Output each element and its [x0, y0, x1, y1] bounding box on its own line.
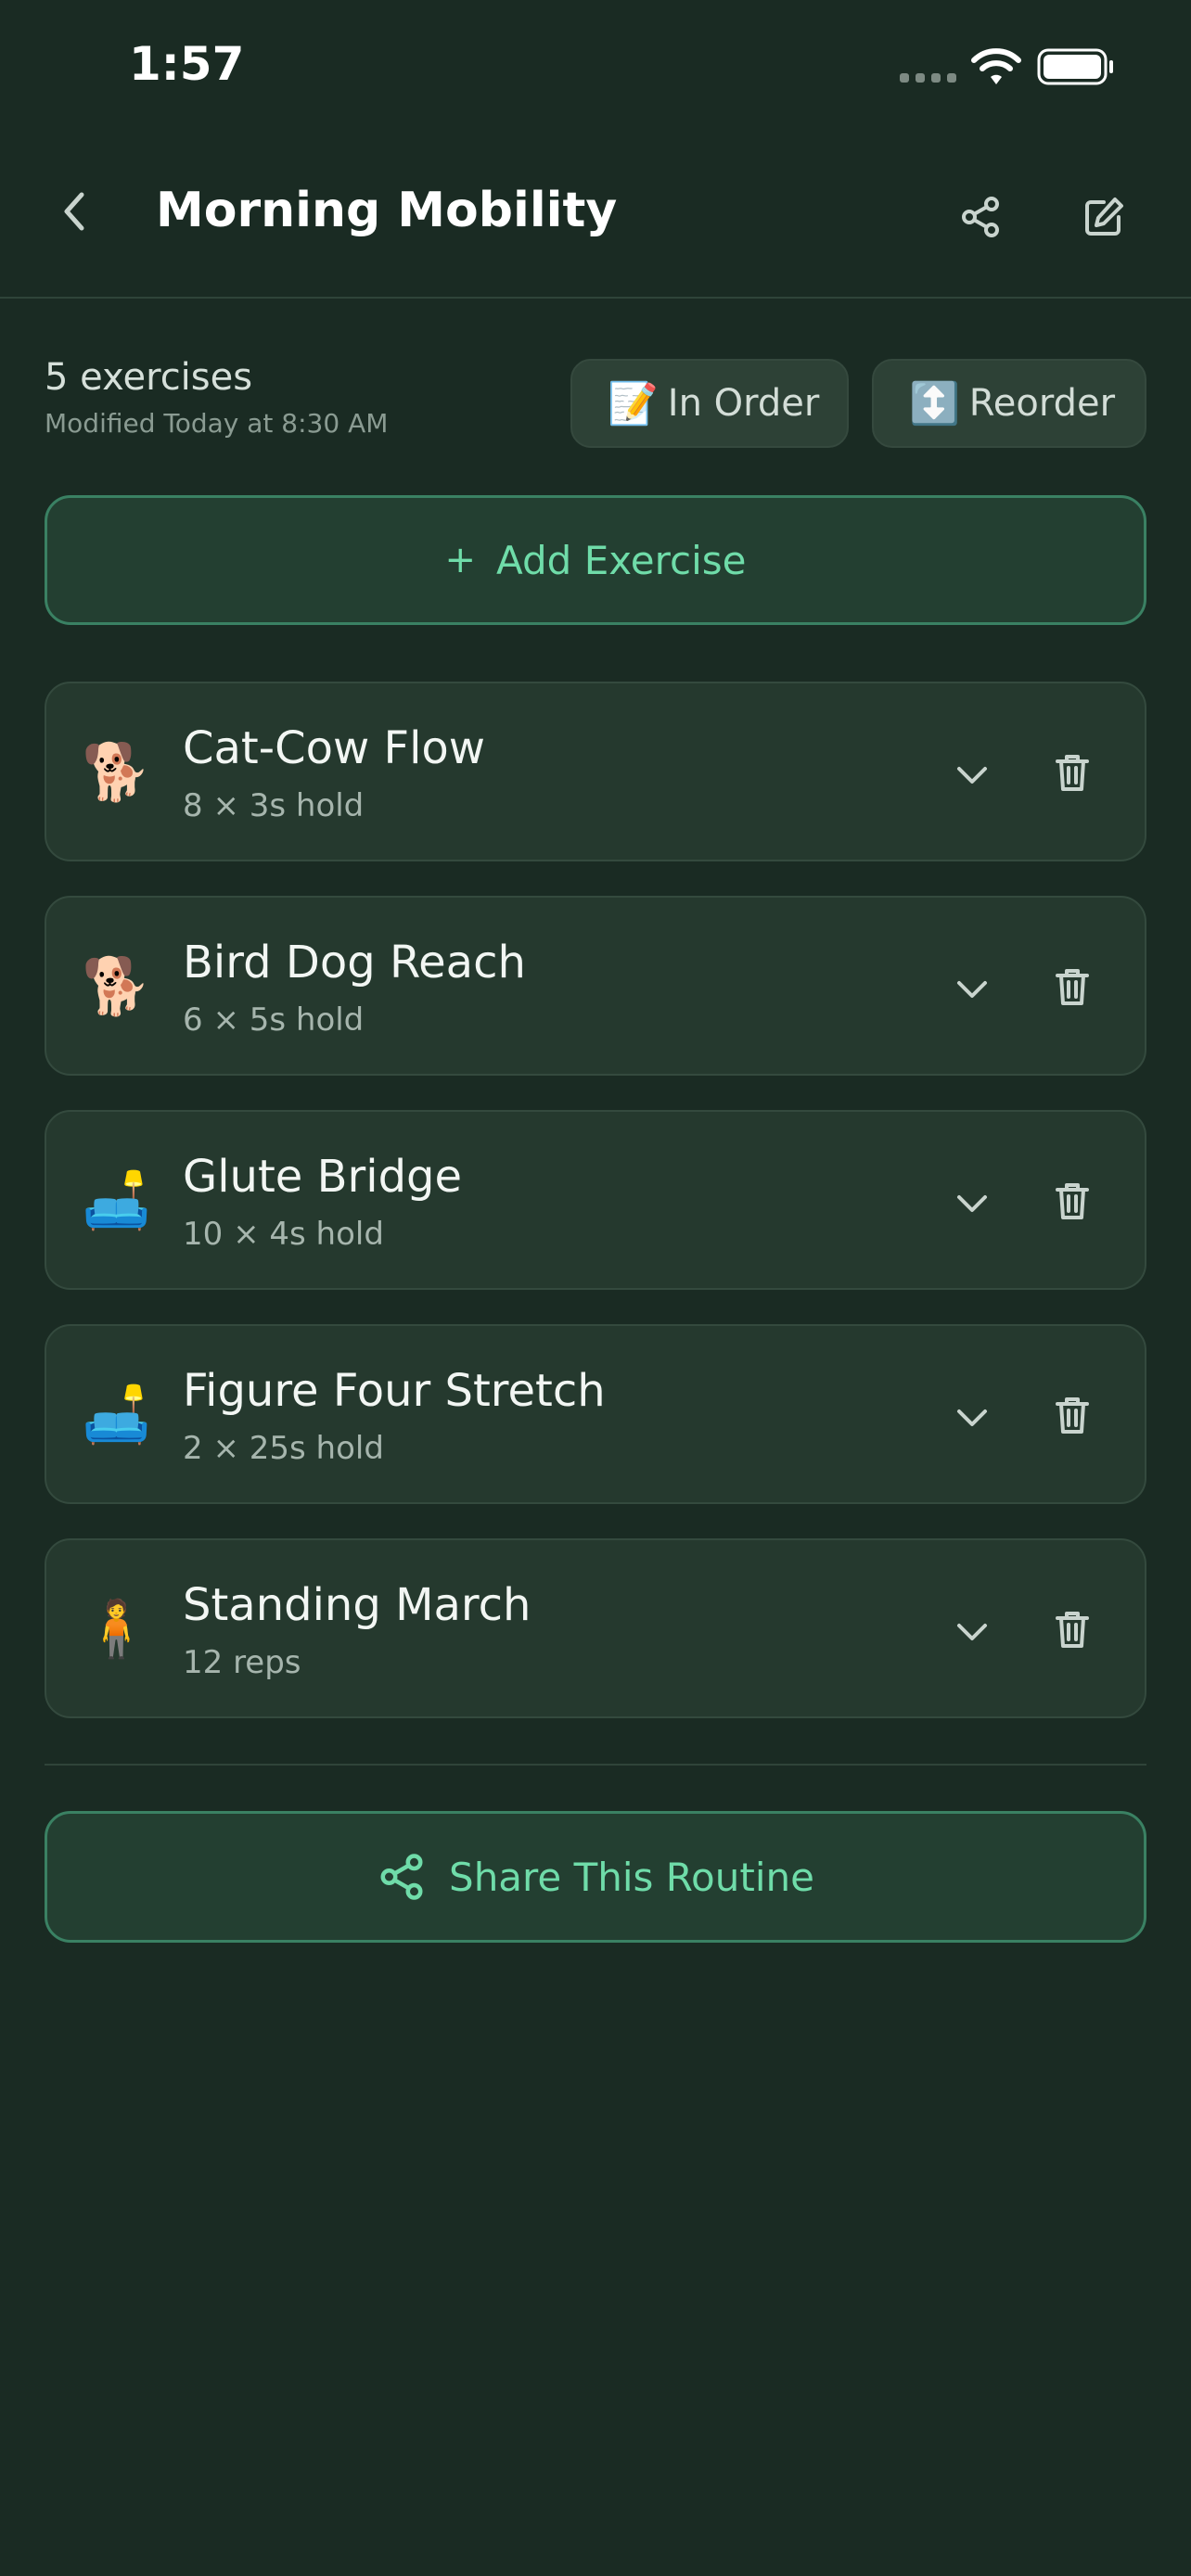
expand-button[interactable]: [942, 1601, 1002, 1661]
share-button[interactable]: [951, 187, 1010, 247]
dog-icon: 🐕: [82, 740, 151, 805]
routine-summary: 5 exercises Modified Today at 8:30 AM: [45, 356, 388, 439]
share-routine-button[interactable]: Share This Routine: [45, 1811, 1146, 1943]
status-time: 1:57: [129, 37, 245, 91]
status-bar: 1:57: [0, 0, 1191, 139]
trash-icon: [1056, 1612, 1089, 1648]
edit-button[interactable]: [1074, 187, 1133, 247]
modified-timestamp: Modified Today at 8:30 AM: [45, 408, 389, 439]
page-title: Morning Mobility: [156, 183, 618, 238]
exercise-detail: 8 × 3s hold: [183, 787, 365, 824]
cellular-signal-icon: [900, 73, 956, 83]
navigation-bar: Morning Mobility: [0, 139, 1191, 299]
up-down-arrow-icon: ↕️: [909, 380, 960, 427]
delete-button[interactable]: [1043, 1600, 1102, 1659]
reorder-label: Reorder: [968, 382, 1116, 425]
exercise-name: Bird Dog Reach: [183, 937, 526, 988]
chevron-down-icon: [957, 981, 987, 998]
couch-icon: 🛋️: [82, 1168, 151, 1233]
add-exercise-button[interactable]: + Add Exercise: [45, 495, 1146, 625]
exercise-detail: 10 × 4s hold: [183, 1216, 384, 1253]
exercise-detail: 12 reps: [183, 1644, 301, 1681]
exercise-detail: 2 × 25s hold: [183, 1430, 384, 1467]
expand-button[interactable]: [942, 1387, 1002, 1447]
exercise-name: Cat-Cow Flow: [183, 722, 486, 774]
expand-button[interactable]: [942, 1173, 1002, 1232]
chevron-down-icon: [957, 1624, 987, 1640]
couch-icon: 🛋️: [82, 1383, 151, 1447]
chevron-down-icon: [957, 1195, 987, 1212]
plus-icon: +: [444, 539, 477, 581]
delete-button[interactable]: [1043, 743, 1102, 802]
exercise-card[interactable]: 🛋️ Glute Bridge 10 × 4s hold: [45, 1110, 1146, 1290]
exercise-count: 5 exercises: [45, 356, 253, 399]
share-icon: [962, 197, 999, 237]
trash-icon: [1056, 1183, 1089, 1219]
share-icon: [380, 1854, 423, 1900]
battery-icon: [1037, 48, 1113, 85]
wifi-icon: [971, 48, 1021, 84]
exercise-card[interactable]: 🛋️ Figure Four Stretch 2 × 25s hold: [45, 1324, 1146, 1504]
standing-person-icon: 🧍: [82, 1597, 151, 1662]
chevron-down-icon: [957, 767, 987, 784]
expand-button[interactable]: [942, 745, 1002, 804]
exercise-name: Standing March: [183, 1579, 531, 1631]
trash-icon: [1056, 1397, 1089, 1434]
delete-button[interactable]: [1043, 957, 1102, 1016]
edit-icon: [1085, 198, 1123, 236]
share-routine-label: Share This Routine: [449, 1854, 814, 1900]
exercise-name: Figure Four Stretch: [183, 1365, 606, 1417]
in-order-button[interactable]: 📝 In Order: [570, 359, 849, 448]
exercise-list: 🐕 Cat-Cow Flow 8 × 3s hold 🐕 Bird Dog Re…: [45, 682, 1146, 1753]
exercise-card[interactable]: 🧍 Standing March 12 reps: [45, 1538, 1146, 1718]
exercise-name: Glute Bridge: [183, 1151, 463, 1203]
reorder-button[interactable]: ↕️ Reorder: [872, 359, 1146, 448]
dog-icon: 🐕: [82, 954, 151, 1019]
in-order-label: In Order: [667, 382, 820, 425]
add-exercise-label: Add Exercise: [496, 537, 747, 583]
divider: [45, 1764, 1146, 1766]
expand-button[interactable]: [942, 959, 1002, 1018]
chevron-down-icon: [957, 1409, 987, 1426]
exercise-card[interactable]: 🐕 Bird Dog Reach 6 × 5s hold: [45, 896, 1146, 1076]
delete-button[interactable]: [1043, 1385, 1102, 1445]
trash-icon: [1056, 969, 1089, 1005]
chevron-left-icon: [64, 192, 84, 231]
back-button[interactable]: [45, 182, 104, 241]
exercise-card[interactable]: 🐕 Cat-Cow Flow 8 × 3s hold: [45, 682, 1146, 861]
memo-icon: 📝: [608, 380, 659, 427]
delete-button[interactable]: [1043, 1171, 1102, 1231]
trash-icon: [1056, 755, 1089, 791]
exercise-detail: 6 × 5s hold: [183, 1001, 365, 1039]
